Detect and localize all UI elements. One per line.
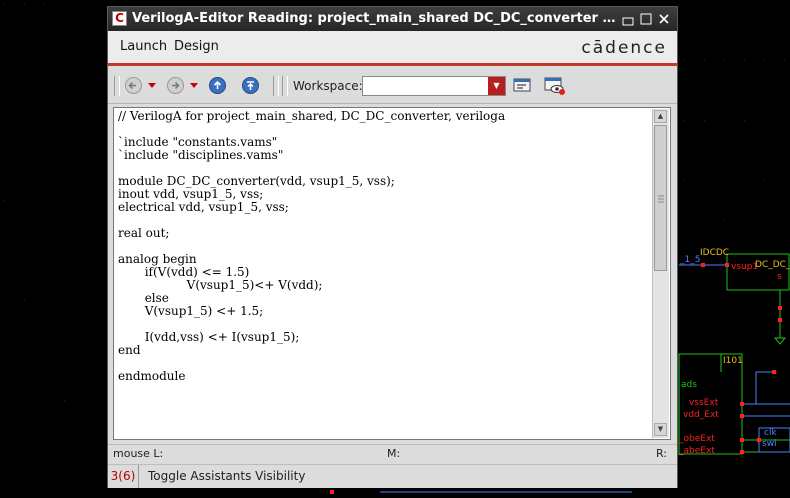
cadence-app-icon: C [112, 11, 127, 26]
scroll-down-icon[interactable]: ▼ [654, 423, 667, 436]
title-bar[interactable]: C VerilogA-Editor Reading: project_main_… [108, 7, 677, 31]
minimize-button[interactable] [621, 12, 635, 26]
grip-icon [658, 195, 664, 203]
vertical-scrollbar[interactable]: ▲ ▼ [652, 109, 669, 438]
menu-design[interactable]: Design [174, 39, 219, 54]
mouse-right-label: R: [656, 447, 668, 460]
verilog-editor-window[interactable]: C VerilogA-Editor Reading: project_main_… [107, 6, 678, 488]
pin-label-vssext: vssExt [689, 398, 719, 408]
pin-label-obeext-2: _abeExt [679, 446, 715, 456]
command-count: 3(6) [108, 465, 139, 488]
up-button[interactable] [209, 77, 226, 94]
menu-bar: Launch Design cādence [108, 31, 677, 66]
workspace-label: Workspace: [293, 79, 363, 93]
mouse-left-label: mouse L: [113, 447, 164, 460]
top-level-icon [247, 81, 254, 90]
maximize-button[interactable] [639, 12, 653, 26]
workspace-combobox[interactable]: ▼ [362, 76, 506, 96]
pin-label-obeext-1: _obeExt [679, 434, 715, 444]
back-button[interactable] [125, 77, 142, 94]
cadence-logo: cādence [581, 38, 667, 58]
back-dropdown-icon[interactable] [148, 83, 156, 88]
mouse-binding-bar: mouse L: M: R: [108, 444, 677, 463]
up-arrow-icon [213, 80, 222, 89]
status-message: Toggle Assistants Visibility [148, 469, 306, 483]
pin-label-clk: clk [764, 428, 777, 438]
chevron-down-icon[interactable]: ▼ [488, 77, 505, 95]
code-editor[interactable]: // VerilogA for project_main_shared, DC_… [113, 107, 671, 440]
save-workspace-button[interactable] [513, 77, 533, 95]
mouse-middle-label: M: [387, 447, 401, 460]
show-workspace-button[interactable] [544, 77, 565, 95]
toolbar-grip[interactable] [282, 76, 288, 96]
close-button[interactable] [657, 12, 671, 26]
toolbar-grip[interactable] [273, 76, 279, 96]
net-label-1-5: _1_5 [680, 255, 701, 265]
veriloga-source-text[interactable]: // VerilogA for project_main_shared, DC_… [118, 110, 653, 436]
top-button[interactable] [242, 77, 259, 94]
close-icon [659, 14, 669, 24]
workspace-view-icon [544, 77, 565, 95]
status-bar: 3(6) Toggle Assistants Visibility [108, 464, 677, 488]
workspace-input[interactable] [363, 77, 493, 95]
forward-button[interactable] [167, 77, 184, 94]
scroll-up-icon[interactable]: ▲ [654, 110, 667, 123]
back-arrow-icon [128, 81, 136, 90]
forward-arrow-icon [172, 81, 180, 90]
pin-label-vddext: vdd_Ext [683, 410, 719, 420]
minimize-icon [622, 17, 634, 26]
forward-dropdown-icon[interactable] [190, 83, 198, 88]
instance-label-dcdc: IDCDC [700, 248, 730, 258]
window-title: VerilogA-Editor Reading: project_main_sh… [132, 11, 618, 26]
toolbar-grip[interactable] [114, 76, 120, 96]
pin-label-swl: swl [762, 439, 777, 449]
toolbar: Workspace: ▼ [108, 69, 677, 104]
label-ads: ads [681, 380, 697, 390]
cell-label-dcdc: DC_DC_ [755, 260, 790, 270]
instance-label-i101: I101 [723, 356, 743, 366]
workspace-save-icon [513, 78, 531, 92]
pin-label-s: s [777, 272, 782, 282]
maximize-icon [640, 13, 652, 25]
scrollbar-thumb[interactable] [654, 125, 667, 271]
menu-launch[interactable]: Launch [120, 39, 167, 54]
